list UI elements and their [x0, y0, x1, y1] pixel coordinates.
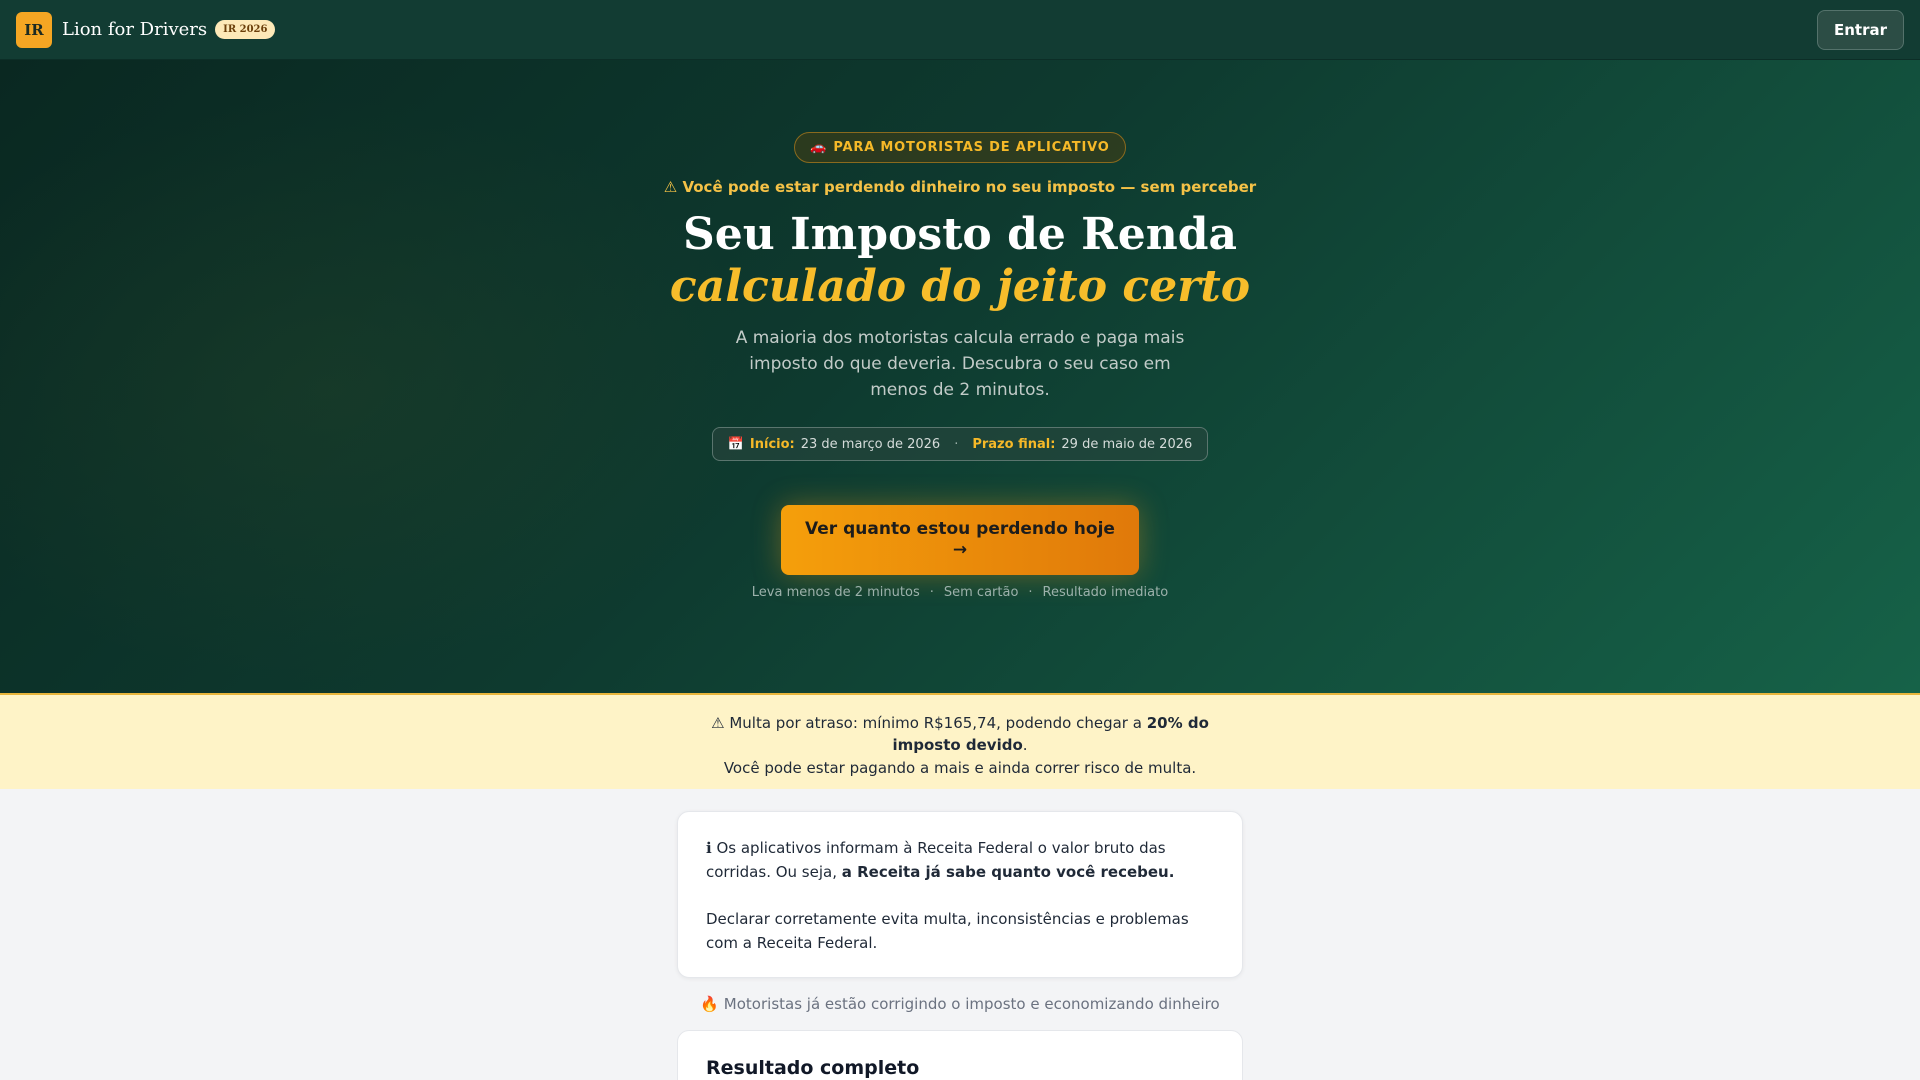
arrow-right-icon: → [952, 540, 968, 560]
cta-note-instant: Resultado imediato [1042, 585, 1169, 600]
hero-section: 🚗 PARA MOTORISTAS DE APLICATIVO ⚠ Você p… [0, 60, 1920, 693]
calendar-icon: 📅 [727, 436, 744, 452]
cta-note-separator: · [929, 585, 934, 600]
hero-subtitle: A maioria dos motoristas calcula errado … [735, 328, 1185, 400]
page-title-highlight: calculado do jeito certo [669, 261, 1251, 312]
calculate-loss-button[interactable]: Ver quanto estou perdendo hoje → [781, 505, 1139, 575]
cta-notes: Leva menos de 2 minutos · Sem cartão · R… [752, 585, 1168, 600]
cta-note-separator: · [1028, 585, 1033, 600]
login-button[interactable]: Entrar [1816, 10, 1904, 50]
deadline-box: 📅 Início: 23 de março de 2026 · Prazo fi… [711, 427, 1209, 461]
dates-separator: · [954, 436, 959, 452]
info-paragraph-2: Declarar corretamente evita multa, incon… [706, 910, 1189, 952]
audience-pill: 🚗 PARA MOTORISTAS DE APLICATIVO [794, 132, 1126, 163]
car-icon: 🚗 [810, 140, 828, 155]
logo[interactable]: IR [16, 11, 52, 48]
logo-text: IR [24, 20, 44, 39]
info-card: ℹ Os aplicativos informam à Receita Fede… [677, 811, 1243, 978]
info-paragraph-1-highlight: a Receita já sabe quanto você recebeu. [841, 863, 1175, 881]
hero-warning: ⚠ Você pode estar perdendo dinheiro no s… [663, 178, 1257, 196]
social-proof: 🔥 Motoristas já estão corrigindo o impos… [700, 995, 1220, 1013]
cta-note-time: Leva menos de 2 minutos [751, 585, 920, 600]
result-card: Resultado completo [677, 1030, 1243, 1080]
late-fee-risk: Você pode estar pagando a mais e ainda c… [723, 759, 1197, 777]
late-fee-prefix: ⚠ Multa por atraso: mínimo R$165,74, pod… [711, 714, 1147, 732]
cta-label: Ver quanto estou perdendo hoje [805, 519, 1115, 539]
start-date-label: Início: [749, 436, 795, 452]
audience-pill-label: PARA MOTORISTAS DE APLICATIVO [833, 140, 1110, 155]
late-fee-text: ⚠ Multa por atraso: mínimo R$165,74, pod… [680, 712, 1240, 756]
deadline-value: 29 de maio de 2026 [1061, 436, 1193, 452]
brand-name[interactable]: Lion for Drivers [62, 19, 207, 40]
top-navbar: IR Lion for Drivers IR 2026 Entrar [0, 0, 1920, 60]
info-paragraph-1: ℹ Os aplicativos informam à Receita Fede… [706, 836, 1214, 884]
late-fee-suffix: . [1022, 736, 1028, 754]
late-fee-banner: ⚠ Multa por atraso: mínimo R$165,74, pod… [0, 693, 1920, 789]
result-card-title: Resultado completo [706, 1057, 920, 1079]
cta-note-no-card: Sem cartão [943, 585, 1019, 600]
start-date-value: 23 de março de 2026 [800, 436, 941, 452]
year-badge: IR 2026 [215, 20, 276, 39]
page-title: Seu Imposto de Renda [683, 209, 1237, 260]
deadline-label: Prazo final: [972, 436, 1056, 452]
